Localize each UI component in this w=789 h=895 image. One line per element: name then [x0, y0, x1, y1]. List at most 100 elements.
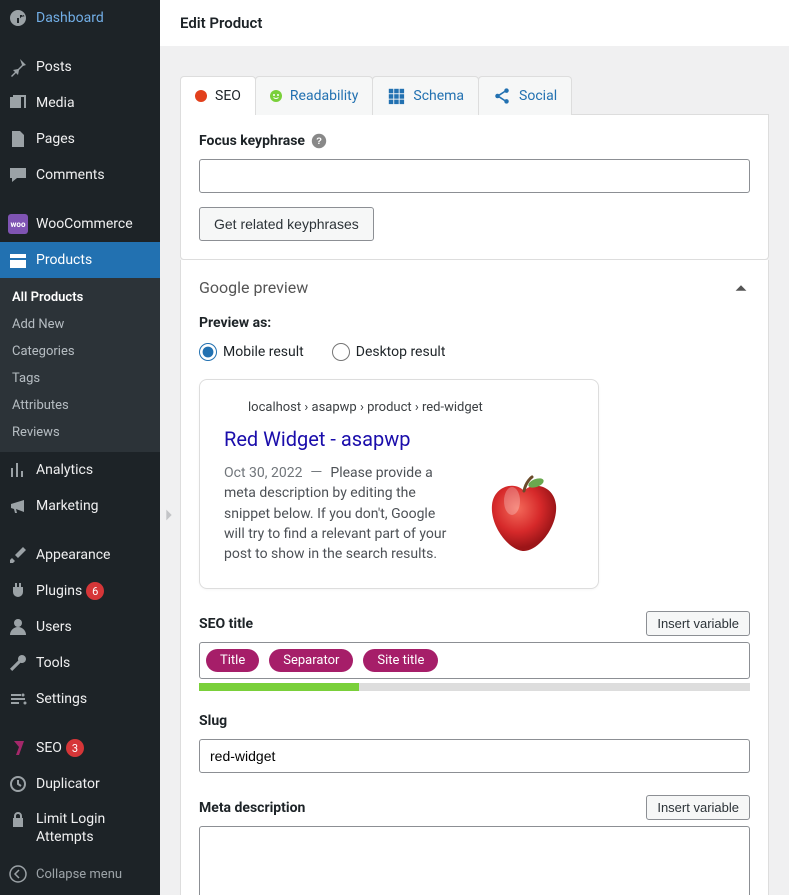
seo-title-label: SEO title — [199, 616, 253, 632]
sidebar-item-media[interactable]: Media — [0, 85, 160, 121]
meta-description-label: Meta description — [199, 800, 305, 816]
sidebar-label: Appearance — [36, 547, 110, 563]
tab-readability[interactable]: Readability — [255, 76, 373, 115]
megaphone-icon — [8, 496, 28, 516]
submenu-categories[interactable]: Categories — [0, 338, 160, 365]
seo-tabs: SEO Readability Schema Social — [180, 76, 769, 115]
pin-icon — [8, 57, 28, 77]
woocommerce-icon: woo — [8, 214, 28, 234]
share-icon — [493, 87, 511, 105]
pill-title[interactable]: Title — [206, 649, 259, 672]
plug-icon — [8, 581, 28, 601]
sidebar-item-dashboard[interactable]: Dashboard — [0, 0, 160, 36]
get-related-keyphrases-button[interactable]: Get related keyphrases — [199, 207, 374, 241]
tab-seo[interactable]: SEO — [180, 76, 256, 115]
section-title[interactable]: Google preview — [199, 278, 308, 297]
sidebar-item-marketing[interactable]: Marketing — [0, 488, 160, 524]
sidebar-item-comments[interactable]: Comments — [0, 157, 160, 193]
serp-description: Oct 30, 2022 － Please provide a meta des… — [224, 463, 456, 564]
user-icon — [8, 617, 28, 637]
submenu-reviews[interactable]: Reviews — [0, 419, 160, 446]
lock-icon — [8, 810, 28, 830]
analytics-icon — [8, 460, 28, 480]
tab-social[interactable]: Social — [478, 76, 572, 115]
sidebar-label: Analytics — [36, 462, 93, 478]
sidebar-item-duplicator[interactable]: Duplicator — [0, 766, 160, 802]
slug-input[interactable] — [199, 739, 750, 773]
seo-status-dot-icon — [195, 90, 207, 102]
serp-title: Red Widget - asapwp — [224, 427, 574, 451]
sidebar-label: Users — [36, 619, 72, 635]
sidebar-item-posts[interactable]: Posts — [0, 49, 160, 85]
chevron-up-icon[interactable] — [732, 279, 750, 297]
sidebar-item-products[interactable]: Products — [0, 242, 160, 278]
svg-text:?: ? — [316, 136, 322, 147]
sidebar-label: Marketing — [36, 498, 99, 514]
sidebar-label: Duplicator — [36, 776, 100, 792]
wrench-icon — [8, 653, 28, 673]
sidebar-label: Plugins — [36, 583, 82, 599]
sidebar-item-settings[interactable]: Settings — [0, 681, 160, 717]
admin-sidebar: Dashboard Posts Media Pages Comments woo… — [0, 0, 160, 895]
products-submenu: All Products Add New Categories Tags Att… — [0, 278, 160, 452]
sidebar-label: Settings — [36, 691, 87, 707]
submenu-tags[interactable]: Tags — [0, 365, 160, 392]
serp-thumbnail — [474, 463, 574, 563]
sidebar-label: Tools — [36, 655, 70, 671]
dashboard-icon — [8, 8, 28, 28]
sidebar-item-limit-login[interactable]: Limit Login Attempts — [0, 802, 160, 854]
desktop-radio[interactable] — [332, 343, 350, 361]
submenu-add-new[interactable]: Add New — [0, 311, 160, 338]
main-content: Edit Product SEO Readability Schema — [160, 0, 789, 895]
sidebar-label: Limit Login Attempts — [36, 810, 152, 846]
schema-icon — [387, 87, 405, 105]
products-icon — [8, 250, 28, 270]
pill-separator[interactable]: Separator — [269, 649, 353, 672]
sidebar-label: Comments — [36, 167, 105, 183]
help-icon[interactable]: ? — [311, 133, 327, 149]
submenu-all-products[interactable]: All Products — [0, 284, 160, 311]
mobile-radio-label[interactable]: Mobile result — [199, 343, 304, 361]
sidebar-label: Products — [36, 252, 92, 268]
google-preview-panel: Google preview Preview as: Mobile result… — [180, 260, 769, 895]
media-icon — [8, 93, 28, 113]
focus-keyphrase-panel: Focus keyphrase ? Get related keyphrases — [180, 114, 769, 260]
sidebar-item-plugins[interactable]: Plugins 6 — [0, 573, 160, 609]
sidebar-item-tools[interactable]: Tools — [0, 645, 160, 681]
sidebar-label: Posts — [36, 59, 72, 75]
seo-title-input[interactable]: Title Separator Site title — [199, 642, 750, 679]
page-icon — [8, 129, 28, 149]
sidebar-label: Pages — [36, 131, 75, 147]
seo-badge: 3 — [66, 739, 84, 757]
submenu-attributes[interactable]: Attributes — [0, 392, 160, 419]
pill-site-title[interactable]: Site title — [363, 649, 438, 672]
sidebar-item-woocommerce[interactable]: woo WooCommerce — [0, 206, 160, 242]
seo-title-insert-variable-button[interactable]: Insert variable — [646, 611, 750, 636]
brush-icon — [8, 545, 28, 565]
sidebar-item-seo[interactable]: SEO 3 — [0, 730, 160, 766]
meta-description-input[interactable] — [199, 826, 750, 895]
collapse-menu[interactable]: Collapse menu — [0, 854, 160, 894]
mobile-radio[interactable] — [199, 343, 217, 361]
sidebar-item-appearance[interactable]: Appearance — [0, 537, 160, 573]
duplicator-icon — [8, 774, 28, 794]
sidebar-label: Media — [36, 95, 75, 111]
meta-insert-variable-button[interactable]: Insert variable — [646, 795, 750, 820]
sidebar-item-analytics[interactable]: Analytics — [0, 452, 160, 488]
sidebar-label: Dashboard — [36, 10, 104, 26]
page-title: Edit Product — [160, 0, 789, 46]
plugins-badge: 6 — [86, 582, 104, 600]
serp-preview-card[interactable]: localhost › asapwp › product › red-widge… — [199, 379, 599, 589]
desktop-radio-label[interactable]: Desktop result — [332, 343, 446, 361]
metabox-toggle-arrow-icon[interactable] — [160, 506, 178, 524]
tab-schema[interactable]: Schema — [372, 76, 479, 115]
preview-as-label: Preview as: — [199, 315, 271, 331]
sidebar-label: WooCommerce — [36, 216, 133, 232]
focus-label: Focus keyphrase — [199, 133, 305, 149]
readability-status-dot-icon — [270, 90, 282, 102]
focus-keyphrase-input[interactable] — [199, 159, 750, 193]
serp-breadcrumb: localhost › asapwp › product › red-widge… — [248, 400, 574, 415]
slug-label: Slug — [199, 713, 227, 729]
sidebar-item-pages[interactable]: Pages — [0, 121, 160, 157]
sidebar-item-users[interactable]: Users — [0, 609, 160, 645]
